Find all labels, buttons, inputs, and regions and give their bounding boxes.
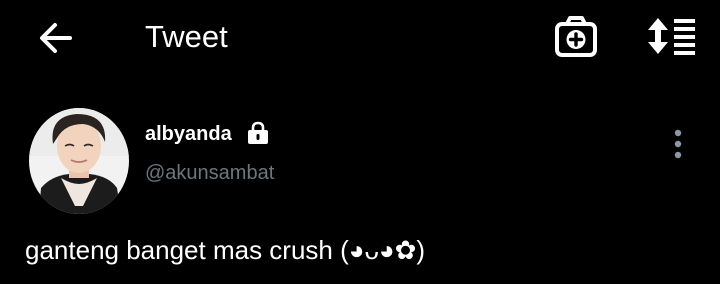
top-bar: Tweet — [0, 0, 720, 76]
page-title: Tweet — [145, 19, 228, 54]
author-display-name[interactable]: albyanda — [145, 120, 232, 148]
author-handle[interactable]: @akunsambat — [145, 159, 274, 187]
sort-list-icon — [648, 18, 695, 55]
more-vertical-icon — [674, 129, 682, 159]
sort-button[interactable] — [645, 14, 699, 60]
more-options-button[interactable] — [664, 126, 692, 162]
camera-button[interactable] — [552, 14, 600, 60]
back-button[interactable] — [36, 18, 76, 58]
avatar-photo — [29, 108, 129, 214]
arrow-left-icon — [40, 23, 72, 53]
lock-icon — [245, 120, 271, 146]
tweet-text: ganteng banget mas crush (◕ᴗ◕✿) — [25, 235, 426, 265]
avatar[interactable] — [29, 108, 129, 214]
camera-plus-icon — [555, 16, 597, 57]
